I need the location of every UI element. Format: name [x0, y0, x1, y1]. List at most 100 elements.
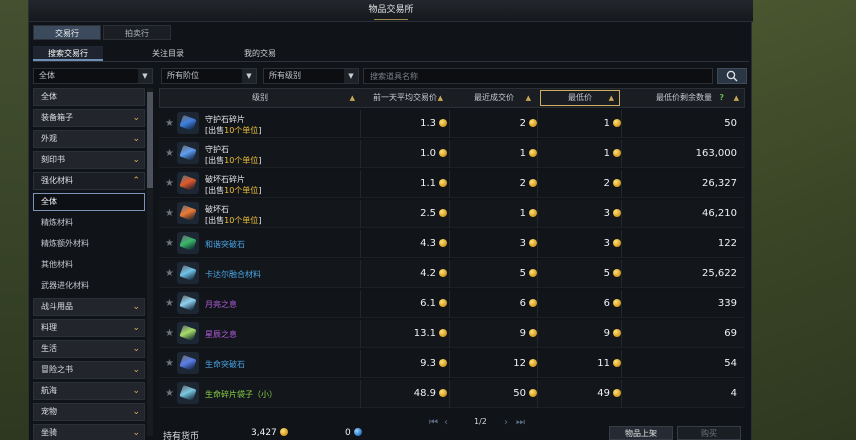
gold-coin-icon	[529, 389, 537, 397]
item-sale-unit: [出售10个单位]	[205, 185, 261, 196]
table-row[interactable]: ★ 破坏石 [出售10个单位] 2.5 1 3 46,210	[159, 200, 745, 228]
favorite-star-icon[interactable]: ★	[165, 328, 174, 339]
sale-unit-suffix: ]	[258, 126, 262, 135]
sidebar-category[interactable]: 生活 ⌄	[33, 340, 145, 358]
buy-button[interactable]: 购买	[677, 426, 741, 440]
sidebar-subitem[interactable]: 精炼材料	[33, 214, 145, 232]
table-row[interactable]: ★ 破坏石碎片 [出售10个单位] 1.1 2 2 26,327	[159, 170, 745, 198]
sidebar-item-label: 武器进化材料	[41, 281, 89, 290]
crystal-amount: 0	[345, 428, 362, 438]
table-row[interactable]: ★ 和谐突破石 4.3 3 3 122	[159, 230, 745, 258]
sidebar-category[interactable]: 强化材料 ⌃	[33, 172, 145, 190]
sidebar-category[interactable]: 航海 ⌄	[33, 382, 145, 400]
favorite-star-icon[interactable]: ★	[165, 268, 174, 279]
sidebar-category[interactable]: 战斗用品 ⌄	[33, 298, 145, 316]
gold-coin-icon	[529, 119, 537, 127]
sale-unit-prefix: [出售	[205, 126, 225, 135]
sidebar-category[interactable]: 全体	[33, 88, 145, 106]
price-value: 1.0	[420, 148, 436, 159]
sidebar-category[interactable]: 装备箱子 ⌄	[33, 109, 145, 127]
sidebar-category[interactable]: 冒险之书 ⌄	[33, 361, 145, 379]
table-row[interactable]: ★ 守护石 [出售10个单位] 1.0 1 1 163,000	[159, 140, 745, 168]
sort-up-icon: ▲	[733, 94, 739, 102]
sidebar-subitem[interactable]: 武器进化材料	[33, 277, 145, 295]
sidebar-category[interactable]: 宠物 ⌄	[33, 403, 145, 421]
chevron-down-icon: ▼	[242, 69, 256, 83]
column-divider	[537, 380, 538, 408]
favorite-star-icon[interactable]: ★	[165, 388, 174, 399]
gold-coin-icon	[439, 179, 447, 187]
grade-dropdown[interactable]: 所有级别 ▼	[263, 68, 359, 84]
favorite-star-icon[interactable]: ★	[165, 238, 174, 249]
sidebar-item-label: 外观	[41, 134, 57, 143]
tab-my-trades[interactable]: 我的交易	[225, 46, 295, 61]
item-sale-unit: [出售10个单位]	[205, 155, 261, 166]
header-recent-price[interactable]: 最近成交价 ▲	[452, 89, 536, 107]
table-row[interactable]: ★ 守护石碎片 [出售10个单位] 1.3 2 1 50	[159, 110, 745, 138]
help-icon[interactable]: ?	[719, 89, 724, 107]
tab-exchange[interactable]: 交易行	[33, 25, 101, 40]
gold-coin-icon	[613, 389, 621, 397]
crystal-icon	[353, 428, 362, 436]
column-divider	[621, 350, 622, 378]
tab-watchlist[interactable]: 关注目录	[133, 46, 203, 61]
tab-search-exchange[interactable]: 搜索交易行	[33, 46, 103, 61]
table-row[interactable]: ★ 生命碎片袋子（小） 48.9 50 49 4	[159, 380, 745, 408]
category-dropdown[interactable]: 全体 ▼	[33, 68, 153, 84]
sidebar-scrollbar[interactable]	[147, 88, 153, 436]
sidebar-item-label: 刻印书	[41, 155, 65, 164]
gold-coin-icon	[439, 239, 447, 247]
search-input[interactable]	[363, 68, 713, 84]
sale-unit-prefix: [出售	[205, 186, 225, 195]
count-cell: 26,327	[702, 178, 737, 189]
favorite-star-icon[interactable]: ★	[165, 178, 174, 189]
sidebar-subitem[interactable]: 其他材料	[33, 256, 145, 274]
item-sale-unit: [出售10个单位]	[205, 125, 261, 136]
header-lowest-count[interactable]: 最低价剩余数量 ? ▲	[624, 89, 744, 107]
price-cell: 2.5	[420, 200, 447, 228]
sidebar-subitem[interactable]: 全体	[33, 193, 145, 211]
table-row[interactable]: ★ 生命突破石 9.3 12 11 54	[159, 350, 745, 378]
column-divider	[360, 110, 361, 138]
sidebar-category[interactable]: 外观 ⌄	[33, 130, 145, 148]
gem-icon	[179, 144, 197, 162]
gold-coin-icon	[613, 299, 621, 307]
table-row[interactable]: ★ 卡达尔融合材料 4.2 5 5 25,622	[159, 260, 745, 288]
column-divider	[360, 320, 361, 348]
column-divider	[360, 170, 361, 198]
sale-unit-amount: 10个单位	[224, 186, 259, 195]
column-divider	[621, 140, 622, 168]
count-cell: 54	[724, 358, 737, 369]
category-sidebar: 全体 装备箱子 ⌄ 外观 ⌄ 刻印书 ⌄ 强化材料 ⌃ 全体 精炼材料 精炼额外材料 其他材料 武器进化材…	[33, 88, 145, 440]
table-row[interactable]: ★ 星辰之息 13.1 9 9 69	[159, 320, 745, 348]
price-value: 1	[519, 208, 526, 219]
sidebar-subitem[interactable]: 精炼额外材料	[33, 235, 145, 253]
header-avg-price-label: 前一天平均交易价	[373, 93, 437, 102]
search-button[interactable]	[717, 68, 747, 84]
price-value: 5	[519, 268, 526, 279]
favorite-star-icon[interactable]: ★	[165, 358, 174, 369]
favorite-star-icon[interactable]: ★	[165, 298, 174, 309]
price-cell: 9	[604, 320, 621, 348]
price-value: 12	[513, 358, 526, 369]
favorite-star-icon[interactable]: ★	[165, 118, 174, 129]
tab-auction[interactable]: 拍卖行	[103, 25, 171, 40]
sidebar-category[interactable]: 坐骑 ⌄	[33, 424, 145, 440]
header-grade[interactable]: 级别 ▲	[160, 89, 360, 107]
item-name: 生命突破石	[205, 360, 245, 369]
header-avg-price[interactable]: 前一天平均交易价 ▲	[362, 89, 448, 107]
header-lowest-price[interactable]: 最低价 ▲	[540, 90, 620, 106]
item-icon	[177, 202, 199, 224]
currency-label: 持有货币	[163, 432, 200, 440]
list-item-button[interactable]: 物品上架	[609, 426, 673, 440]
favorite-star-icon[interactable]: ★	[165, 208, 174, 219]
price-value: 2	[519, 178, 526, 189]
tier-dropdown[interactable]: 所有阶位 ▼	[161, 68, 257, 84]
sidebar-scroll-thumb[interactable]	[147, 92, 153, 188]
item-name: 破坏石	[205, 205, 229, 214]
sidebar-category[interactable]: 料理 ⌄	[33, 319, 145, 337]
favorite-star-icon[interactable]: ★	[165, 148, 174, 159]
price-value: 2	[519, 118, 526, 129]
table-row[interactable]: ★ 月亮之息 6.1 6 6 339	[159, 290, 745, 318]
sidebar-category[interactable]: 刻印书 ⌄	[33, 151, 145, 169]
